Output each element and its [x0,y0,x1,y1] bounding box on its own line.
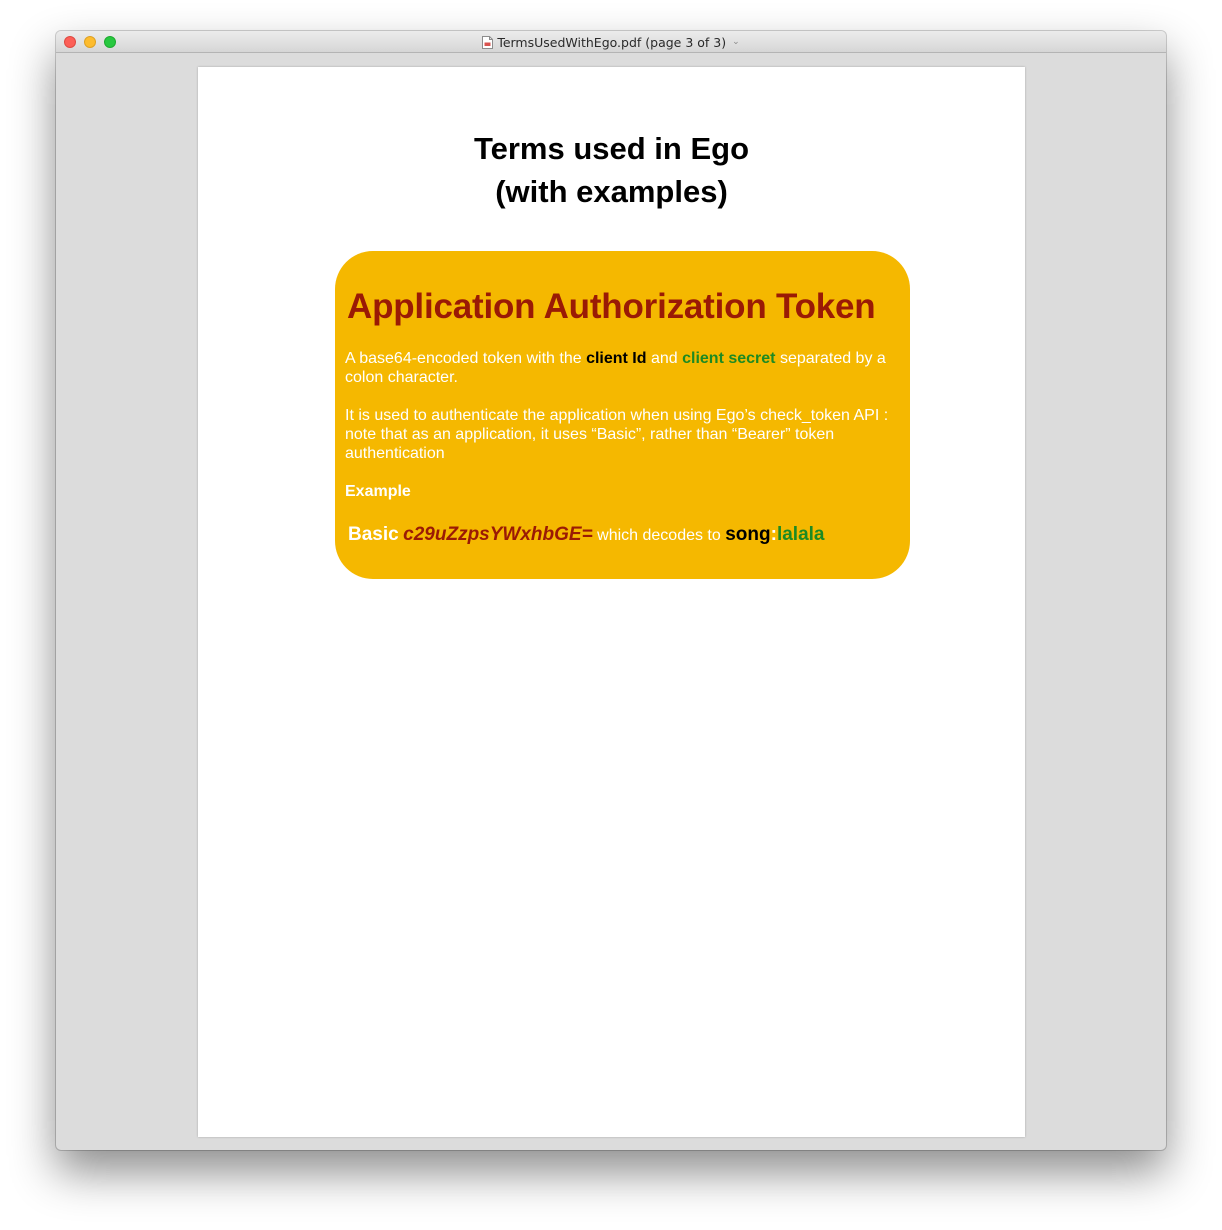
example-label: Example [345,483,411,500]
usage-paragraph: It is used to authenticate the applicati… [345,407,889,462]
window-title: TermsUsedWithEgo.pdf (page 3 of 3) [497,34,727,50]
page-title-line1: Terms used in Ego [473,131,750,166]
example-decodes-text: which decodes to [597,527,721,544]
page-title-line2: (with examples) [495,174,728,209]
definition-text-start: A base64-encoded token with the [345,350,587,367]
card-heading: Application Authorization Token [347,287,876,326]
example-client-id-value: song [725,524,771,545]
pdf-page: Terms used in Ego (with examples) Applic… [198,67,1025,1137]
example-line: Basic c29uZzpsYWxhbGE= which decodes to … [348,524,825,546]
definition-paragraph: A base64-encoded token with the client I… [345,349,897,387]
client-id-term: client Id [586,350,647,367]
chevron-down-icon[interactable]: ⌄ [732,37,740,47]
client-secret-term: client secret [682,350,776,367]
title-bar[interactable]: TermsUsedWithEgo.pdf (page 3 of 3) ⌄ [56,31,1166,53]
window-title-group[interactable]: TermsUsedWithEgo.pdf (page 3 of 3) ⌄ [56,31,1166,53]
page-title: Terms used in Ego (with examples) [198,127,1025,213]
term-card: Application Authorization Token A base64… [335,251,910,579]
example-basic-keyword: Basic [348,524,399,545]
example-encoded-token: c29uZzpsYWxhbGE= [403,524,593,545]
definition-and: and [646,350,683,367]
pdf-viewer-window: TermsUsedWithEgo.pdf (page 3 of 3) ⌄ Ter… [56,31,1166,1150]
example-client-secret-value: lalala [776,524,825,545]
pdf-document-icon [482,35,494,49]
